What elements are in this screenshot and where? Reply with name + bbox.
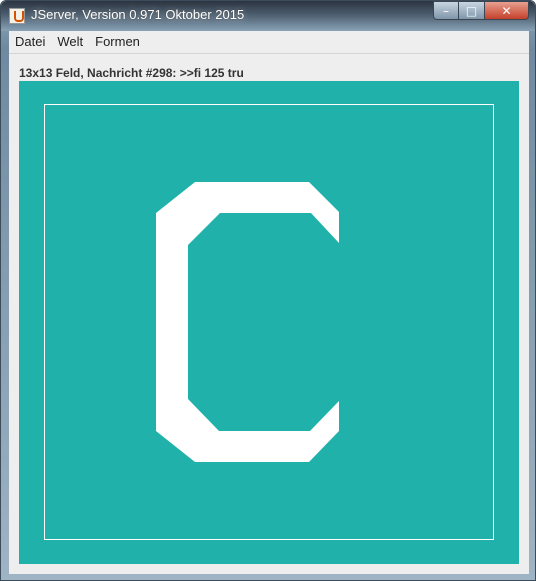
letter-c-symbol	[156, 182, 339, 462]
maximize-button[interactable]: □	[459, 1, 485, 20]
close-button[interactable]: ✕	[485, 1, 529, 20]
window-controls: – □ ✕	[433, 1, 529, 21]
game-board[interactable]	[19, 81, 519, 564]
client-area: Datei Welt Formen 13x13 Feld, Nachricht …	[9, 31, 529, 574]
minimize-icon: –	[443, 3, 449, 18]
title-bar[interactable]: JServer, Version 0.971 Oktober 2015 – □ …	[1, 1, 535, 31]
menu-bar: Datei Welt Formen	[9, 31, 529, 54]
status-message: 13x13 Feld, Nachricht #298: >>fi 125 tru	[19, 66, 244, 80]
menu-formen[interactable]: Formen	[89, 31, 146, 53]
window-title: JServer, Version 0.971 Oktober 2015	[31, 7, 245, 22]
menu-datei[interactable]: Datei	[9, 31, 51, 53]
letter-c-shape	[156, 182, 339, 462]
java-icon	[9, 8, 25, 24]
menu-welt[interactable]: Welt	[51, 31, 89, 53]
maximize-icon: □	[465, 3, 478, 18]
app-window: JServer, Version 0.971 Oktober 2015 – □ …	[0, 0, 536, 581]
minimize-button[interactable]: –	[433, 1, 459, 20]
close-icon: ✕	[501, 3, 512, 18]
